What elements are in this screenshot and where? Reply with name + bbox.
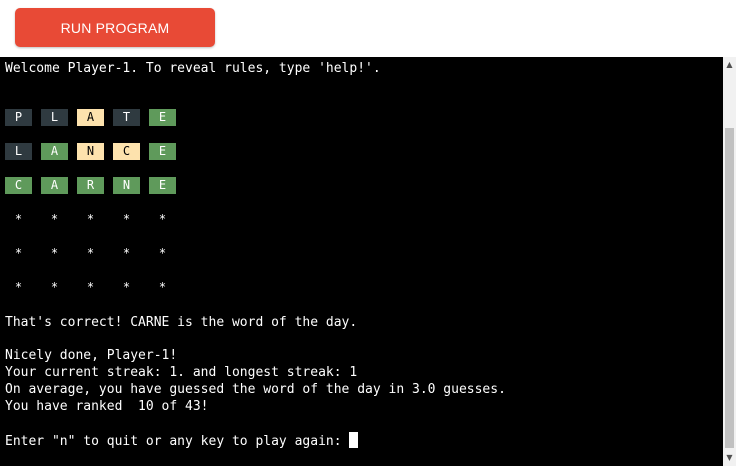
board-tile: R [77, 177, 104, 194]
board-tile: * [50, 246, 59, 260]
board-tile: * [158, 280, 167, 294]
board-tile: N [77, 143, 104, 160]
board-tile: * [50, 280, 59, 294]
board-tile: * [50, 212, 59, 226]
board-tile: * [86, 246, 95, 260]
board-tile: * [86, 280, 95, 294]
board-row-4: * * * * * [5, 211, 185, 228]
board-row-3: C A R N E [5, 177, 185, 194]
board-tile: E [149, 109, 176, 126]
board-tile: * [122, 246, 131, 260]
board-row-1: P L A T E [5, 109, 185, 126]
board-tile: * [14, 246, 23, 260]
prompt-text: Enter "n" to quit or any key to play aga… [5, 434, 350, 449]
board-tile: A [77, 109, 104, 126]
board-row-6: * * * * * [5, 279, 185, 296]
terminal[interactable]: Welcome Player-1. To reveal rules, type … [0, 57, 723, 466]
board-tile: * [86, 212, 95, 226]
scroll-down-icon[interactable]: ▼ [723, 451, 736, 465]
board-tile: E [149, 177, 176, 194]
board-row-5: * * * * * [5, 245, 185, 262]
board-tile: A [41, 143, 68, 160]
board-tile: C [5, 177, 32, 194]
board-tile: P [5, 109, 32, 126]
average-text: On average, you have guessed the word of… [5, 382, 506, 397]
congrats-text: Nicely done, Player-1! [5, 348, 178, 363]
board-tile: N [113, 177, 140, 194]
terminal-scrollbar[interactable]: ▲ ▼ [723, 57, 736, 466]
prompt-line[interactable]: Enter "n" to quit or any key to play aga… [5, 432, 359, 450]
scroll-thumb[interactable] [725, 128, 734, 448]
board-tile: L [5, 143, 32, 160]
text-cursor [349, 432, 359, 448]
board-tile: * [14, 280, 23, 294]
board-tile: * [122, 280, 131, 294]
board-tile: C [113, 143, 140, 160]
scroll-up-icon[interactable]: ▲ [723, 58, 736, 72]
rank-text: You have ranked 10 of 43! [5, 399, 209, 414]
board-tile: * [122, 212, 131, 226]
board-tile: L [41, 109, 68, 126]
board-tile: * [158, 246, 167, 260]
result-text: That's correct! CARNE is the word of the… [5, 315, 358, 330]
board-tile: * [158, 212, 167, 226]
welcome-text: Welcome Player-1. To reveal rules, type … [5, 61, 381, 76]
board-tile: T [113, 109, 140, 126]
board-tile: A [41, 177, 68, 194]
board-row-2: L A N C E [5, 143, 185, 160]
streak-text: Your current streak: 1. and longest stre… [5, 365, 358, 380]
board-tile: E [149, 143, 176, 160]
board-tile: * [14, 212, 23, 226]
run-program-button[interactable]: RUN PROGRAM [15, 8, 215, 47]
